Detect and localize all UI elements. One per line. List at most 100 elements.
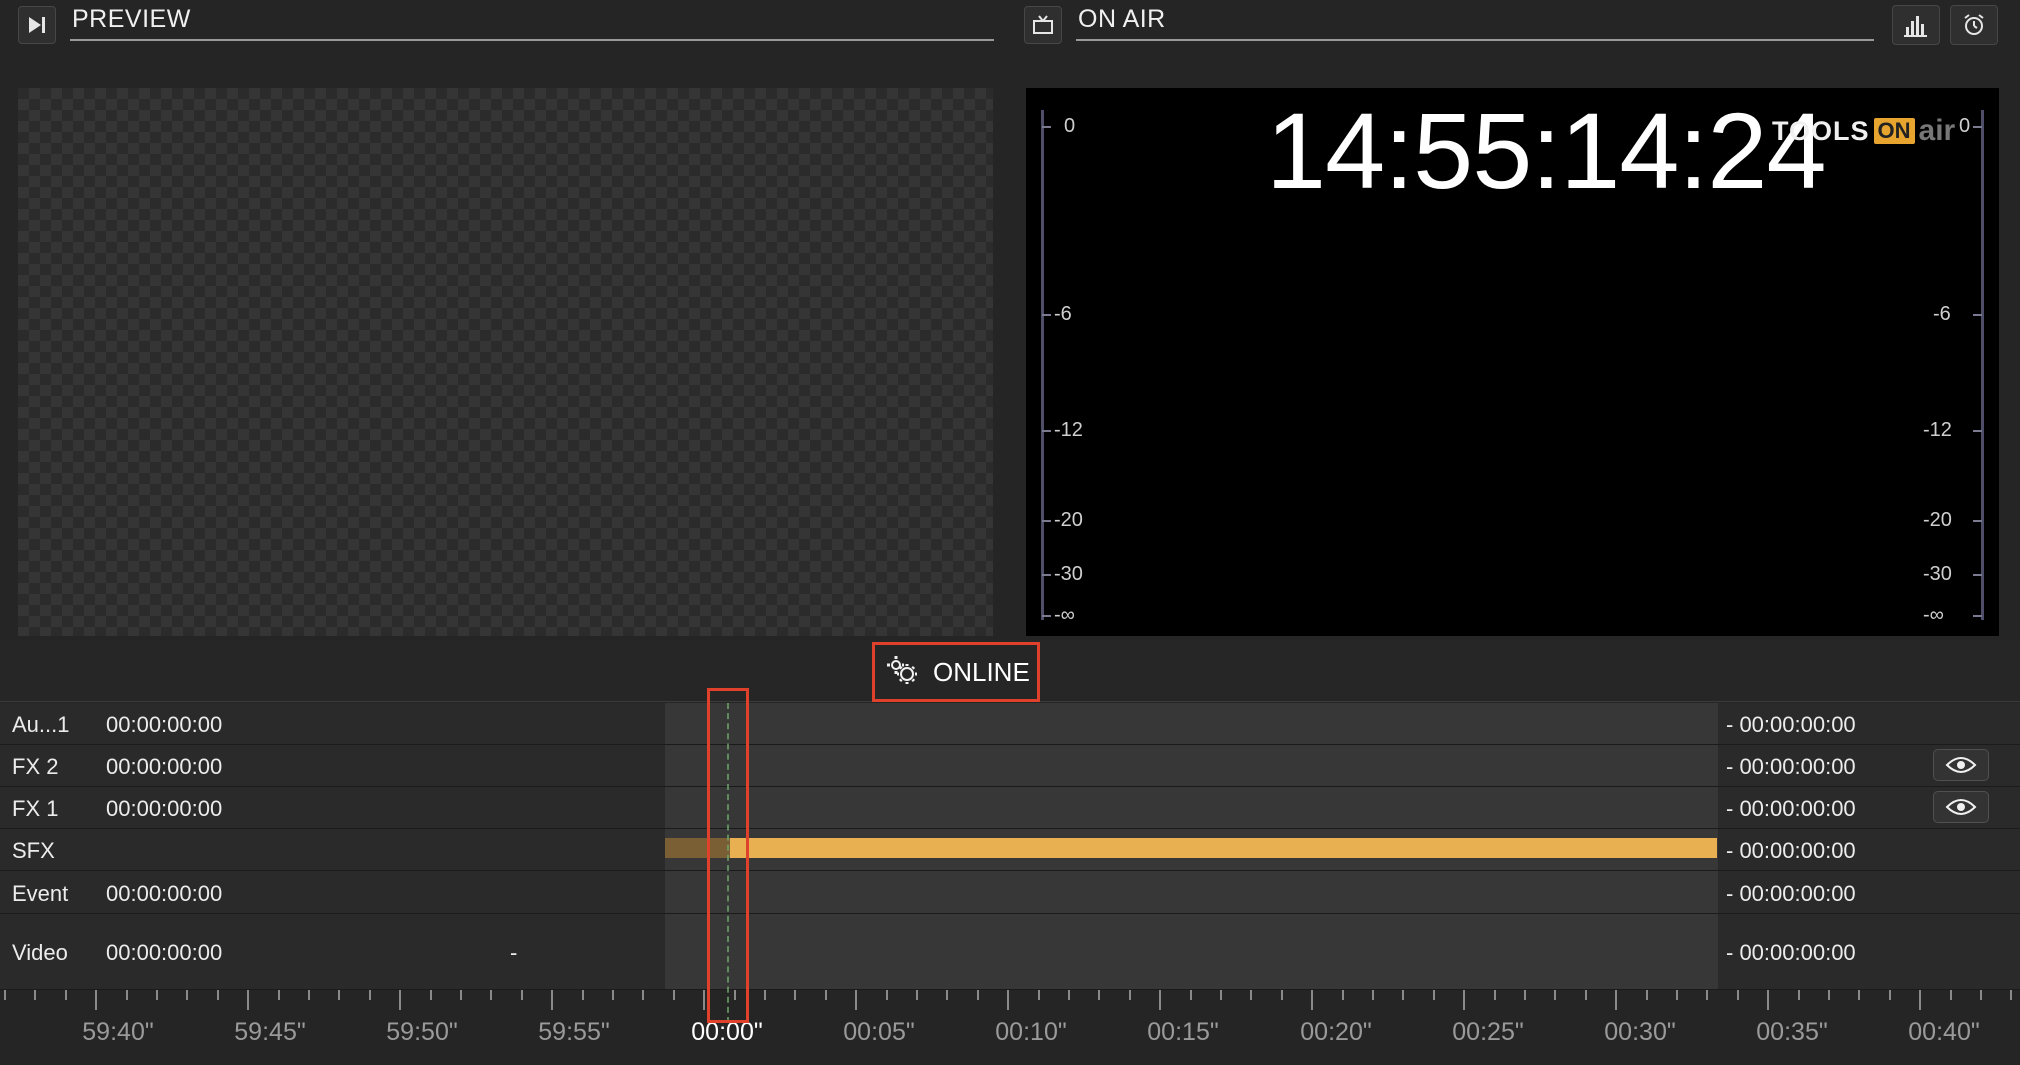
- ruler-tick: [308, 990, 310, 1000]
- meter-tick: [1042, 574, 1051, 576]
- meter-bar-right: [1981, 110, 1984, 620]
- audio-meter-right: 0 -6 -12 -20 -30 -∞: [1923, 88, 1989, 636]
- ruler-tick: [1554, 990, 1557, 1000]
- ruler-label: 59:40": [82, 1018, 154, 1046]
- ruler-tick: [95, 990, 98, 1010]
- ruler-tick: [1493, 990, 1496, 1000]
- meter-tick: [1973, 574, 1982, 576]
- track-row-fx2: FX 2 00:00:00:00 - 00:00:00:00: [0, 745, 2020, 787]
- meter-label: 0: [1064, 115, 1076, 137]
- ruler-tick: [1341, 990, 1344, 1000]
- track-name: SFX: [12, 838, 55, 863]
- ruler-tick: [885, 990, 888, 1000]
- ruler-tick: [1858, 990, 1861, 1000]
- ruler-label: 00:35": [1756, 1018, 1828, 1046]
- ruler-tick: [1645, 990, 1648, 1000]
- meter-label: -20: [1054, 509, 1083, 531]
- onair-header: ON AIR: [1000, 0, 2020, 62]
- ruler-tick: [1189, 990, 1192, 1000]
- online-status-button[interactable]: ONLINE: [872, 642, 1040, 702]
- ruler-tick: [1159, 990, 1162, 1010]
- meter-label: -∞: [1054, 604, 1075, 626]
- ruler-tick: [672, 990, 675, 1000]
- ruler-tick: [247, 990, 250, 1010]
- track-name: Video: [12, 940, 68, 965]
- sfx-clip[interactable]: [730, 838, 1717, 858]
- ruler-tick: [1706, 990, 1709, 1000]
- timeline-ruler[interactable]: 59:40" 59:45" 59:50" 59:55" 00:00" 00:05…: [0, 990, 2020, 1065]
- ruler-tick: [338, 990, 341, 1000]
- meter-tick: [1973, 615, 1982, 617]
- ruler-label: 00:40": [1908, 1018, 1980, 1046]
- preview-title: PREVIEW: [72, 5, 191, 33]
- ruler-tick: [1250, 990, 1253, 1000]
- eye-icon[interactable]: [1933, 749, 1989, 781]
- playhead-highlight: [707, 688, 749, 1023]
- track-timecode: 00:00:00:00: [106, 881, 223, 906]
- track-lane[interactable]: [665, 871, 1718, 913]
- ruler-tick: [703, 990, 706, 1010]
- meter-tick: [1042, 314, 1051, 316]
- ruler-tick: [1372, 990, 1374, 1000]
- track-lane[interactable]: [665, 787, 1718, 828]
- track-dash: -: [510, 940, 518, 965]
- meter-tick: [1973, 430, 1982, 432]
- ruler-label: 00:25": [1452, 1018, 1524, 1046]
- meter-label: 0: [1959, 115, 1971, 137]
- ruler-label: 00:15": [1147, 1018, 1219, 1046]
- track-end-timecode: - 00:00:00:00: [1726, 712, 1856, 737]
- ruler-label: 00:20": [1300, 1018, 1372, 1046]
- gears-icon: [885, 654, 919, 691]
- eye-icon[interactable]: [1933, 791, 1989, 823]
- meter-label: -12: [1054, 419, 1083, 441]
- ruler-tick: [4, 990, 6, 1000]
- ruler-tick: [764, 990, 766, 1000]
- play-next-icon[interactable]: [18, 6, 56, 44]
- meter-label: -6: [1054, 303, 1072, 325]
- meter-label: -∞: [1923, 604, 1944, 626]
- ruler-tick: [1128, 990, 1131, 1000]
- track-name: Au...1: [12, 712, 70, 737]
- bar-chart-icon[interactable]: [1892, 5, 1940, 45]
- online-label: ONLINE: [933, 656, 1030, 687]
- track-lane[interactable]: [665, 829, 1718, 870]
- ruler-tick: [794, 990, 797, 1000]
- ruler-tick: [1615, 990, 1618, 1010]
- ruler-tick: [156, 990, 158, 1000]
- track-timecode: 00:00:00:00: [106, 712, 223, 737]
- ruler-tick: [399, 990, 402, 1010]
- ruler-tick: [916, 990, 918, 1000]
- ruler-tick: [1797, 990, 1800, 1000]
- track-row-au1: Au...1 00:00:00:00 - 00:00:00:00: [0, 703, 2020, 745]
- ruler-label: 00:05": [843, 1018, 915, 1046]
- ruler-tick: [429, 990, 432, 1000]
- track-name: Event: [12, 881, 69, 906]
- ruler-tick: [1280, 990, 1283, 1000]
- track-lane[interactable]: [665, 703, 1718, 744]
- ruler-tick: [855, 990, 858, 1010]
- track-lane[interactable]: [665, 914, 1718, 989]
- track-end-timecode: - 00:00:00:00: [1726, 881, 1856, 906]
- ruler-tick: [1037, 990, 1040, 1000]
- ruler-tick: [1463, 990, 1466, 1010]
- ruler-tick: [1068, 990, 1070, 1000]
- track-timecode: 00:00:00:00: [106, 796, 223, 821]
- tools-on-air-logo: TOOLS ON air: [1772, 114, 1955, 148]
- track-row-sfx: SFX - 00:00:00:00: [0, 829, 2020, 871]
- ruler-tick: [520, 990, 523, 1000]
- ruler-tick: [1949, 990, 1952, 1000]
- track-end-timecode: - 00:00:00:00: [1726, 940, 1856, 965]
- ruler-tick: [186, 990, 189, 1000]
- track-lane[interactable]: [665, 745, 1718, 786]
- alarm-clock-icon[interactable]: [1950, 5, 1998, 45]
- meter-label: -30: [1923, 563, 1952, 585]
- ruler-tick: [125, 990, 128, 1000]
- ruler-tick: [642, 990, 645, 1000]
- ruler-tick: [551, 990, 554, 1010]
- meter-tick: [1042, 430, 1051, 432]
- logo-tools: TOOLS: [1772, 115, 1870, 146]
- track-timecode: 00:00:00:00: [106, 940, 223, 965]
- track-end-timecode: - 00:00:00:00: [1726, 838, 1856, 863]
- ruler-tick: [1919, 990, 1922, 1010]
- tv-icon[interactable]: [1024, 6, 1062, 44]
